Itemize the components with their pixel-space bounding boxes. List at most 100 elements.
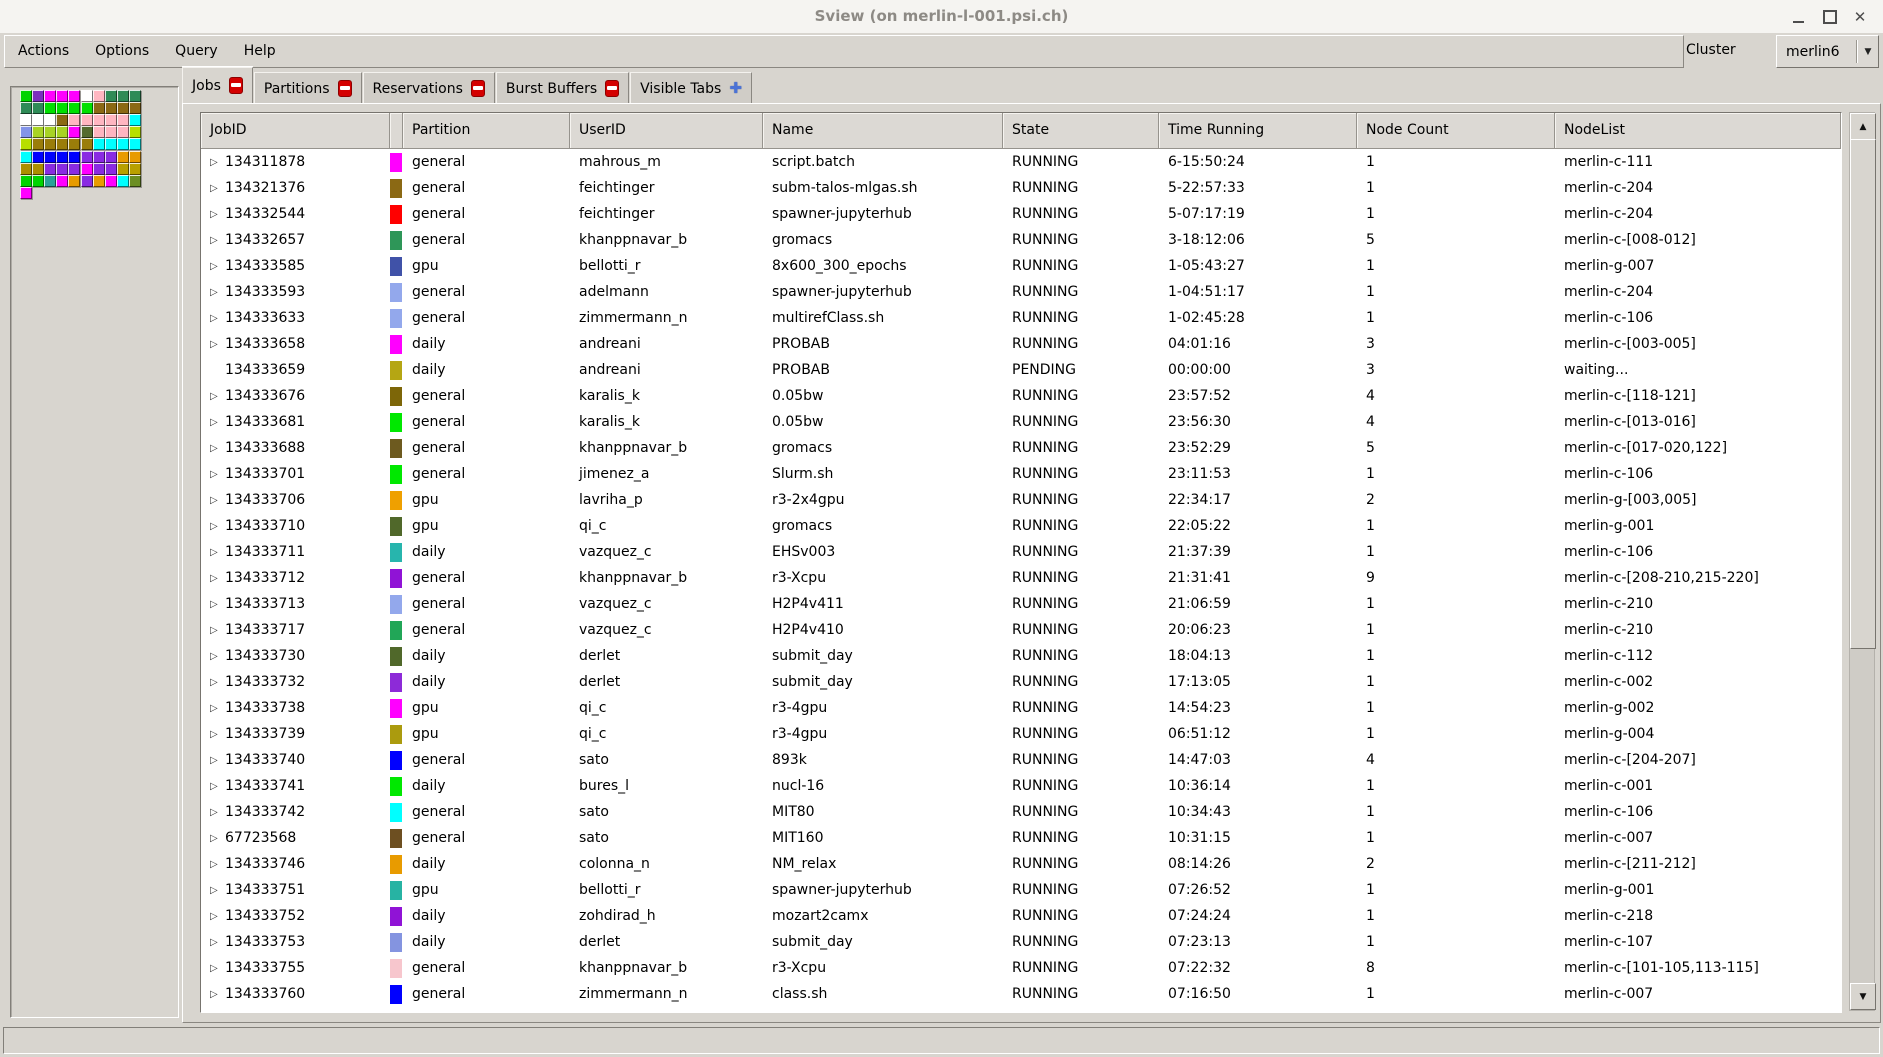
- job-row[interactable]: ▷134321376generalfeichtingersubm-talos-m…: [201, 175, 1841, 201]
- tab-reservations[interactable]: Reservations: [363, 72, 495, 104]
- job-row[interactable]: ▷134333742generalsatoMIT80RUNNING10:34:4…: [201, 799, 1841, 825]
- expander-icon[interactable]: ▷: [210, 755, 225, 766]
- node-square[interactable]: [56, 175, 68, 187]
- expander-icon[interactable]: ▷: [210, 287, 225, 298]
- minimize-button[interactable]: [1787, 6, 1809, 28]
- menu-item-help[interactable]: Help: [231, 37, 289, 66]
- scroll-up-button[interactable]: ▲: [1850, 113, 1876, 140]
- node-square[interactable]: [105, 151, 117, 163]
- node-square[interactable]: [44, 151, 56, 163]
- expander-icon[interactable]: ▷: [210, 521, 225, 532]
- node-square[interactable]: [44, 163, 56, 175]
- node-square[interactable]: [105, 175, 117, 187]
- expander-icon[interactable]: ▷: [210, 807, 225, 818]
- cluster-dropdown[interactable]: merlin6 ▼: [1776, 35, 1879, 68]
- expander-icon[interactable]: ▷: [210, 391, 225, 402]
- node-square[interactable]: [68, 114, 80, 126]
- expander-icon[interactable]: ▷: [210, 937, 225, 948]
- job-row[interactable]: ▷134333746dailycolonna_nNM_relaxRUNNING0…: [201, 851, 1841, 877]
- node-square[interactable]: [32, 163, 44, 175]
- job-row[interactable]: ▷134333585gpubellotti_r8x600_300_epochsR…: [201, 253, 1841, 279]
- node-square[interactable]: [93, 126, 105, 138]
- job-row[interactable]: ▷134332657generalkhanppnavar_bgromacsRUN…: [201, 227, 1841, 253]
- scroll-down-button[interactable]: ▼: [1850, 983, 1876, 1010]
- node-square[interactable]: [32, 90, 44, 102]
- node-square[interactable]: [93, 114, 105, 126]
- node-square[interactable]: [20, 163, 32, 175]
- job-row[interactable]: ▷134333658dailyandreaniPROBABRUNNING04:0…: [201, 331, 1841, 357]
- expander-icon[interactable]: ▷: [210, 651, 225, 662]
- job-row[interactable]: ▷134333752dailyzohdirad_hmozart2camxRUNN…: [201, 903, 1841, 929]
- node-square[interactable]: [44, 102, 56, 114]
- node-square[interactable]: [105, 114, 117, 126]
- expander-icon[interactable]: ▷: [210, 989, 225, 1000]
- node-square[interactable]: [81, 90, 93, 102]
- column-header-jobid[interactable]: JobID: [201, 113, 390, 149]
- job-row[interactable]: ▷134333712generalkhanppnavar_br3-XcpuRUN…: [201, 565, 1841, 591]
- node-square[interactable]: [32, 102, 44, 114]
- node-square[interactable]: [68, 126, 80, 138]
- node-square[interactable]: [129, 151, 141, 163]
- node-square[interactable]: [105, 102, 117, 114]
- expander-icon[interactable]: ▷: [210, 703, 225, 714]
- column-header-nodelist[interactable]: NodeList: [1555, 113, 1841, 149]
- job-row[interactable]: ▷134333738gpuqi_cr3-4gpuRUNNING14:54:231…: [201, 695, 1841, 721]
- node-square[interactable]: [81, 114, 93, 126]
- node-square[interactable]: [129, 126, 141, 138]
- node-square[interactable]: [81, 138, 93, 150]
- node-square[interactable]: [44, 175, 56, 187]
- expander-icon[interactable]: ▷: [210, 625, 225, 636]
- node-square[interactable]: [117, 151, 129, 163]
- node-square[interactable]: [44, 138, 56, 150]
- node-square[interactable]: [129, 138, 141, 150]
- job-row[interactable]: ▷134333688generalkhanppnavar_bgromacsRUN…: [201, 435, 1841, 461]
- column-header-partition[interactable]: Partition: [403, 113, 570, 149]
- expander-icon[interactable]: ▷: [210, 183, 225, 194]
- node-square[interactable]: [56, 163, 68, 175]
- node-square[interactable]: [68, 138, 80, 150]
- tab-visible-tabs[interactable]: Visible Tabs✚: [630, 72, 752, 104]
- node-square[interactable]: [44, 114, 56, 126]
- job-row[interactable]: ▷134333706gpulavriha_pr3-2x4gpuRUNNING22…: [201, 487, 1841, 513]
- node-square[interactable]: [20, 175, 32, 187]
- job-row[interactable]: ▷134333732dailyderletsubmit_dayRUNNING17…: [201, 669, 1841, 695]
- node-square[interactable]: [105, 90, 117, 102]
- node-square[interactable]: [81, 163, 93, 175]
- node-square[interactable]: [20, 126, 32, 138]
- expander-icon[interactable]: ▷: [210, 833, 225, 844]
- job-row[interactable]: ▷134311878generalmahrous_mscript.batchRU…: [201, 149, 1841, 175]
- expander-icon[interactable]: ▷: [210, 885, 225, 896]
- node-square[interactable]: [68, 151, 80, 163]
- node-square[interactable]: [20, 114, 32, 126]
- job-row[interactable]: ▷134332544generalfeichtingerspawner-jupy…: [201, 201, 1841, 227]
- node-square[interactable]: [129, 102, 141, 114]
- menu-item-query[interactable]: Query: [162, 37, 231, 66]
- tab-burst-buffers[interactable]: Burst Buffers: [496, 72, 629, 104]
- expander-icon[interactable]: ▷: [210, 859, 225, 870]
- node-square[interactable]: [56, 151, 68, 163]
- node-square[interactable]: [32, 175, 44, 187]
- node-square[interactable]: [129, 90, 141, 102]
- job-row[interactable]: ▷134333710gpuqi_cgromacsRUNNING22:05:221…: [201, 513, 1841, 539]
- expander-icon[interactable]: ▷: [210, 781, 225, 792]
- job-row[interactable]: 134333659dailyandreaniPROBABPENDING00:00…: [201, 357, 1841, 383]
- node-square[interactable]: [105, 163, 117, 175]
- node-square[interactable]: [81, 175, 93, 187]
- expander-icon[interactable]: ▷: [210, 339, 225, 350]
- node-square[interactable]: [56, 126, 68, 138]
- column-header-name[interactable]: Name: [763, 113, 1003, 149]
- node-square[interactable]: [105, 138, 117, 150]
- node-square[interactable]: [56, 90, 68, 102]
- expander-icon[interactable]: ▷: [210, 547, 225, 558]
- expander-icon[interactable]: ▷: [210, 729, 225, 740]
- job-row[interactable]: ▷134333760generalzimmermann_nclass.shRUN…: [201, 981, 1841, 1007]
- node-square[interactable]: [117, 126, 129, 138]
- node-square[interactable]: [20, 90, 32, 102]
- job-row[interactable]: ▷134333633generalzimmermann_nmultirefCla…: [201, 305, 1841, 331]
- close-tab-icon[interactable]: [229, 77, 243, 94]
- job-row[interactable]: ▷134333755generalkhanppnavar_br3-XcpuRUN…: [201, 955, 1841, 981]
- add-tab-icon[interactable]: ✚: [729, 81, 742, 96]
- expander-icon[interactable]: ▷: [210, 599, 225, 610]
- node-square[interactable]: [117, 102, 129, 114]
- expander-icon[interactable]: ▷: [210, 495, 225, 506]
